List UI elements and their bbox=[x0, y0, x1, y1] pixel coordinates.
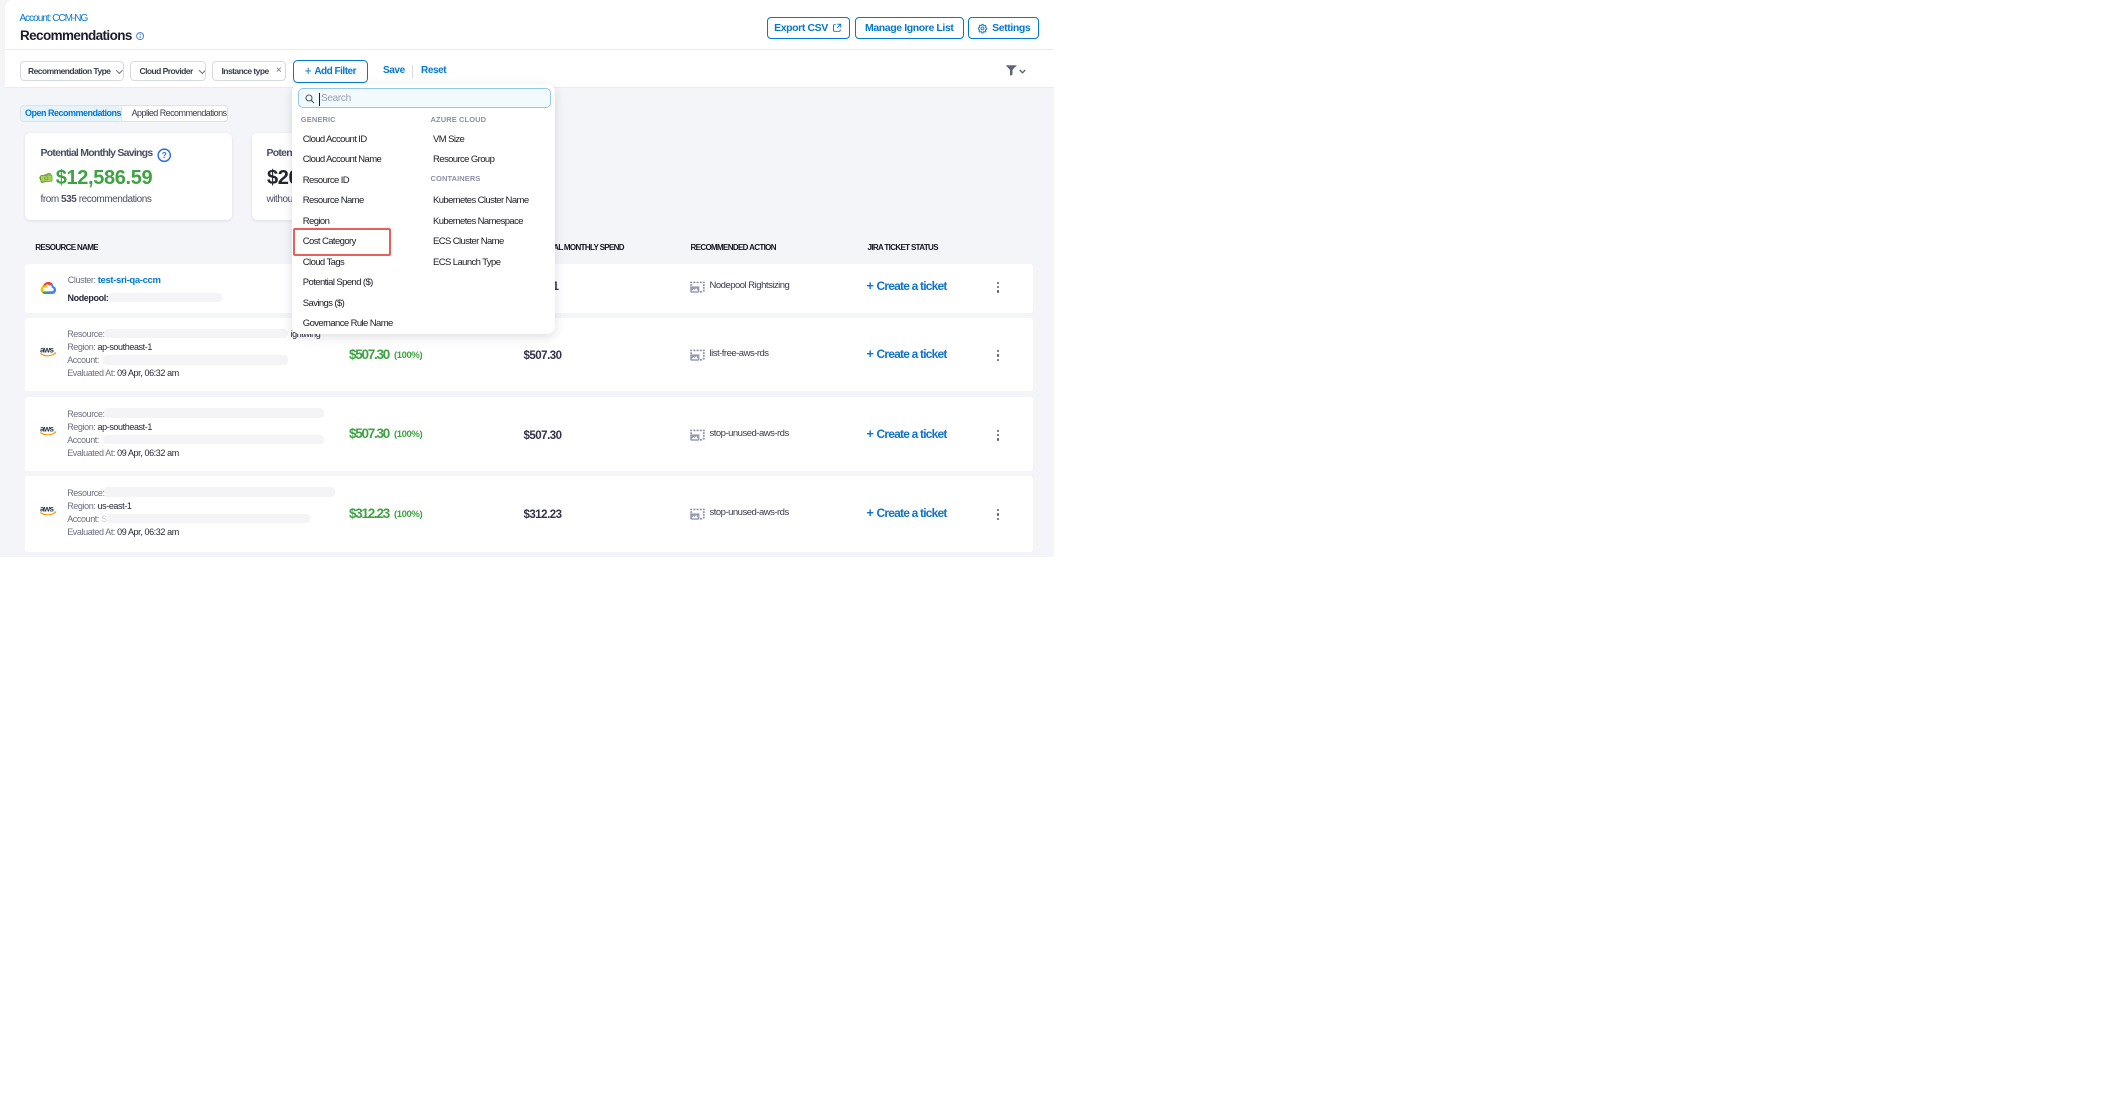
svg-text:aws: aws bbox=[40, 425, 54, 434]
svg-text:aws: aws bbox=[40, 345, 54, 354]
svg-text:aws: aws bbox=[40, 504, 54, 513]
svg-text:?: ? bbox=[161, 152, 166, 161]
